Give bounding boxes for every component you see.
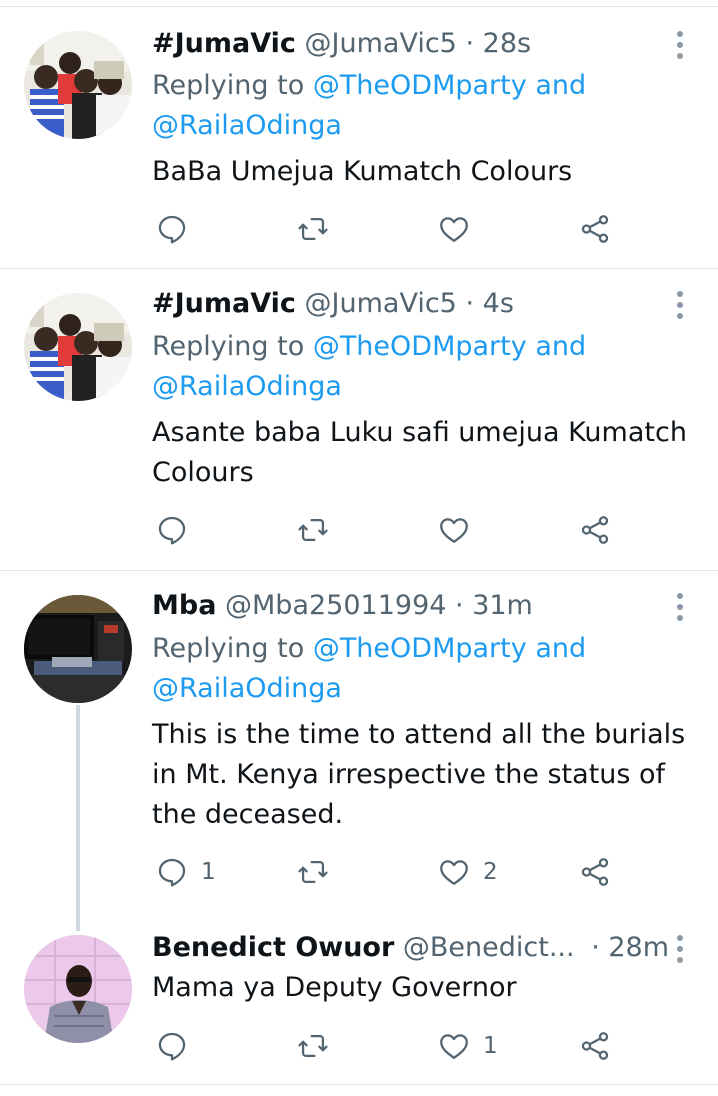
retweet-button[interactable] bbox=[296, 852, 342, 892]
mention-and: and bbox=[535, 70, 587, 101]
tweet[interactable]: #JumaVic @JumaVic5 · 28s Replying to @Th… bbox=[0, 7, 718, 269]
tweet-actions: 1 2 bbox=[155, 852, 625, 892]
heart-icon bbox=[440, 217, 468, 242]
mention-link[interactable]: @TheODMparty bbox=[313, 633, 527, 664]
retweet-icon bbox=[298, 518, 328, 542]
separator-dot: · bbox=[455, 590, 464, 621]
tweet-text-line: Colours bbox=[152, 457, 254, 488]
tweet-divider bbox=[0, 1084, 718, 1085]
tweet-header: Mba @Mba25011994 · 31m bbox=[152, 589, 662, 623]
retweet-icon bbox=[298, 1034, 328, 1058]
share-icon bbox=[581, 1032, 609, 1060]
reply-button[interactable] bbox=[155, 209, 201, 249]
tweet-header: #JumaVic @JumaVic5 · 28s bbox=[152, 27, 662, 61]
replying-to: Replying to @TheODMparty and @RailaOding… bbox=[152, 66, 682, 146]
mention-link[interactable]: @RailaOdinga bbox=[152, 110, 342, 141]
more-options-icon[interactable] bbox=[671, 593, 689, 623]
like-button[interactable]: 2 bbox=[437, 852, 498, 892]
separator-dot: · bbox=[591, 932, 600, 963]
avatar[interactable] bbox=[24, 935, 132, 1043]
display-name[interactable]: Benedict Owuor bbox=[152, 932, 394, 963]
more-options-icon[interactable] bbox=[671, 291, 689, 321]
mention-link[interactable]: @TheODMparty bbox=[313, 70, 527, 101]
share-button[interactable] bbox=[578, 1026, 612, 1066]
tweet-text: Mama ya Deputy Governor bbox=[152, 968, 697, 1008]
display-name[interactable]: #JumaVic bbox=[152, 28, 296, 59]
thread-connector-line bbox=[76, 705, 80, 931]
tweet[interactable]: #JumaVic @JumaVic5 · 4s Replying to @The… bbox=[0, 269, 718, 571]
share-button[interactable] bbox=[578, 852, 612, 892]
share-button[interactable] bbox=[578, 209, 612, 249]
timestamp[interactable]: 31m bbox=[472, 590, 533, 621]
more-options-icon[interactable] bbox=[671, 31, 689, 61]
tweet[interactable]: Benedict Owuor @Benedict... · 28m Mama y… bbox=[0, 913, 718, 1085]
tweet-actions bbox=[155, 209, 625, 249]
heart-icon bbox=[440, 1034, 468, 1059]
mention-link[interactable]: @TheODMparty bbox=[313, 331, 527, 362]
reply-button[interactable]: 1 bbox=[155, 852, 216, 892]
share-button[interactable] bbox=[578, 510, 612, 550]
more-options-icon[interactable] bbox=[671, 935, 689, 965]
tweet-actions bbox=[155, 510, 625, 550]
avatar[interactable] bbox=[24, 595, 132, 703]
tweet-header: Benedict Owuor @Benedict... · 28m bbox=[152, 931, 669, 965]
tweet-text-line: BaBa Umejua Kumatch Colours bbox=[152, 156, 573, 187]
timestamp[interactable]: 4s bbox=[483, 288, 514, 319]
retweet-button[interactable] bbox=[296, 1026, 342, 1066]
separator-dot: · bbox=[465, 288, 475, 319]
tweet-text-line: Mama ya Deputy Governor bbox=[152, 972, 517, 1003]
reply-icon bbox=[158, 858, 186, 887]
like-button[interactable] bbox=[437, 209, 483, 249]
username[interactable]: @JumaVic5 bbox=[305, 28, 457, 59]
reply-icon bbox=[158, 516, 186, 545]
tweet-text: BaBa Umejua Kumatch Colours bbox=[152, 152, 697, 192]
display-name[interactable]: #JumaVic bbox=[152, 288, 296, 319]
tweet-text-line: the deceased. bbox=[152, 799, 344, 830]
reply-icon bbox=[158, 1032, 186, 1061]
share-icon bbox=[581, 516, 609, 544]
reply-button[interactable] bbox=[155, 1026, 201, 1066]
username[interactable]: @Mba25011994 bbox=[225, 590, 446, 621]
display-name[interactable]: Mba bbox=[152, 590, 216, 621]
retweet-icon bbox=[298, 860, 328, 884]
username[interactable]: @Benedict... bbox=[403, 932, 575, 963]
timestamp[interactable]: 28s bbox=[483, 28, 531, 59]
tweet-actions: 1 bbox=[155, 1026, 625, 1066]
tweet-text-line: in Mt. Kenya irrespective the status of bbox=[152, 759, 666, 790]
replying-to: Replying to @TheODMparty and @RailaOding… bbox=[152, 629, 682, 709]
share-icon bbox=[581, 215, 609, 243]
heart-icon bbox=[440, 860, 468, 885]
username[interactable]: @JumaVic5 bbox=[305, 288, 457, 319]
replying-to: Replying to @TheODMparty and @RailaOding… bbox=[152, 327, 682, 407]
tweet[interactable]: Mba @Mba25011994 · 31m Replying to @TheO… bbox=[0, 571, 718, 931]
tweet-header: #JumaVic @JumaVic5 · 4s bbox=[152, 287, 662, 321]
mention-link[interactable]: @RailaOdinga bbox=[152, 371, 342, 402]
retweet-icon bbox=[298, 217, 328, 241]
tweet-text-line: This is the time to attend all the buria… bbox=[152, 719, 686, 750]
avatar[interactable] bbox=[24, 293, 132, 401]
heart-icon bbox=[440, 518, 468, 543]
replying-prefix: Replying to bbox=[152, 331, 305, 362]
retweet-button[interactable] bbox=[296, 510, 342, 550]
replying-prefix: Replying to bbox=[152, 633, 305, 664]
mention-and: and bbox=[535, 633, 587, 664]
separator-dot: · bbox=[465, 28, 475, 59]
like-count: 1 bbox=[483, 1033, 498, 1059]
replying-prefix: Replying to bbox=[152, 70, 305, 101]
mention-link[interactable]: @RailaOdinga bbox=[152, 673, 342, 704]
retweet-button[interactable] bbox=[296, 209, 342, 249]
avatar[interactable] bbox=[24, 31, 132, 139]
reply-icon bbox=[158, 215, 186, 244]
share-icon bbox=[581, 858, 609, 886]
like-count: 2 bbox=[483, 859, 498, 885]
mention-and: and bbox=[535, 331, 587, 362]
like-button[interactable] bbox=[437, 510, 483, 550]
tweet-text: Asante baba Luku safi umejua Kumatch Col… bbox=[152, 413, 697, 493]
reply-button[interactable] bbox=[155, 510, 201, 550]
reply-count: 1 bbox=[201, 859, 216, 885]
tweet-text: This is the time to attend all the buria… bbox=[152, 715, 697, 835]
like-button[interactable]: 1 bbox=[437, 1026, 498, 1066]
timestamp[interactable]: 28m bbox=[608, 932, 669, 963]
tweet-text-line: Asante baba Luku safi umejua Kumatch bbox=[152, 417, 687, 448]
